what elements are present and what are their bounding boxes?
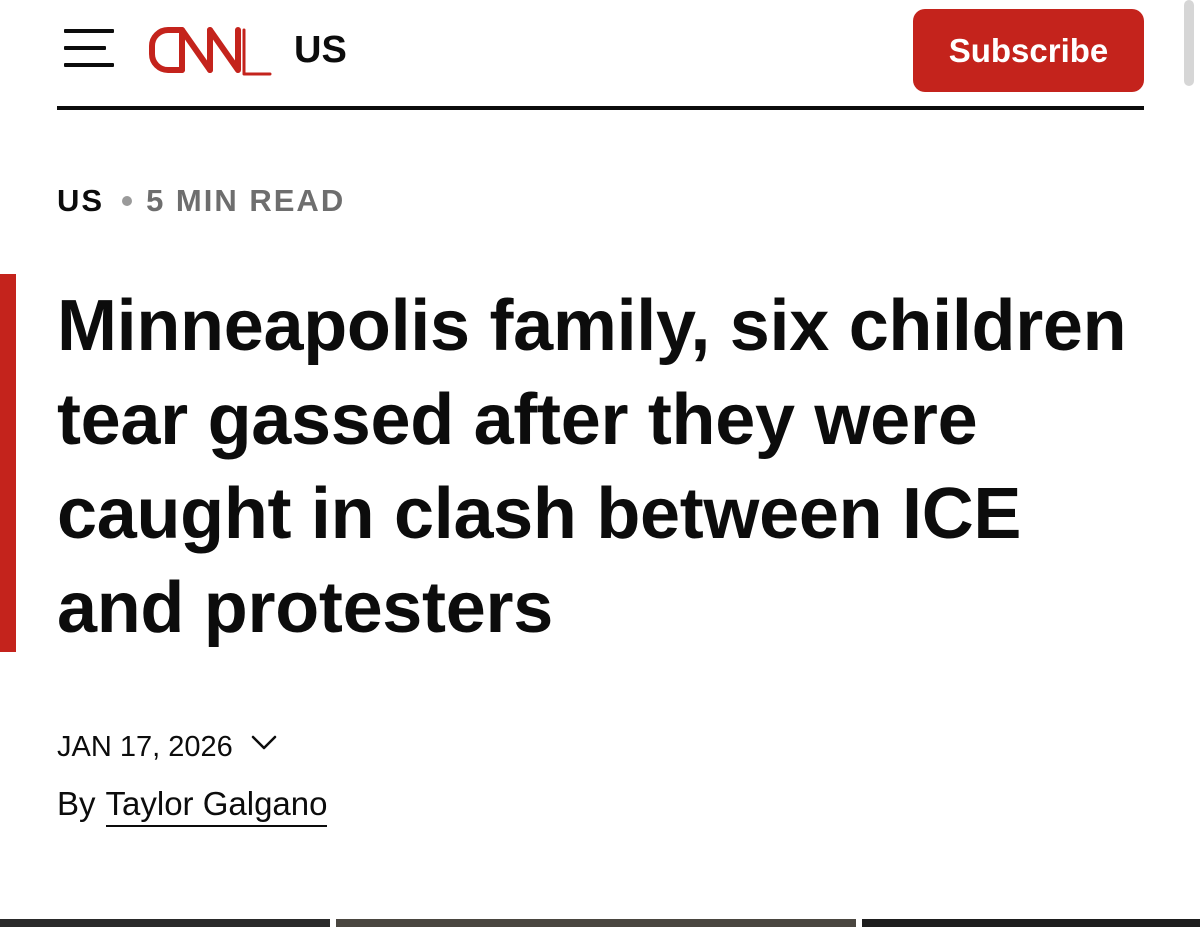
author-link[interactable]: Taylor Galgano (105, 784, 328, 827)
article-meta: US 5 MIN READ (57, 182, 345, 220)
section-label[interactable]: US (294, 26, 347, 74)
header-divider (57, 106, 1144, 110)
page-title: Minneapolis family, six children tear ga… (57, 286, 1127, 648)
meta-section-link[interactable]: US (57, 182, 104, 220)
separator-dot-icon (122, 196, 133, 206)
read-time: 5 MIN READ (146, 183, 346, 218)
byline: By Taylor Galgano (57, 784, 328, 827)
cnn-logo[interactable] (144, 20, 276, 80)
hamburger-menu-icon[interactable] (64, 29, 114, 67)
chevron-down-icon[interactable] (251, 735, 277, 751)
byline-prefix: By (57, 785, 96, 822)
headline-accent-bar (0, 274, 16, 652)
publish-date-toggle[interactable]: JAN 17, 2026 (57, 728, 277, 766)
publish-date: JAN 17, 2026 (57, 731, 233, 763)
subscribe-button[interactable]: Subscribe (913, 9, 1144, 92)
scrollbar-thumb[interactable] (1184, 0, 1194, 86)
hero-image (0, 919, 1200, 927)
article-page: US Subscribe US 5 MIN READ Minneapolis f… (0, 0, 1200, 927)
